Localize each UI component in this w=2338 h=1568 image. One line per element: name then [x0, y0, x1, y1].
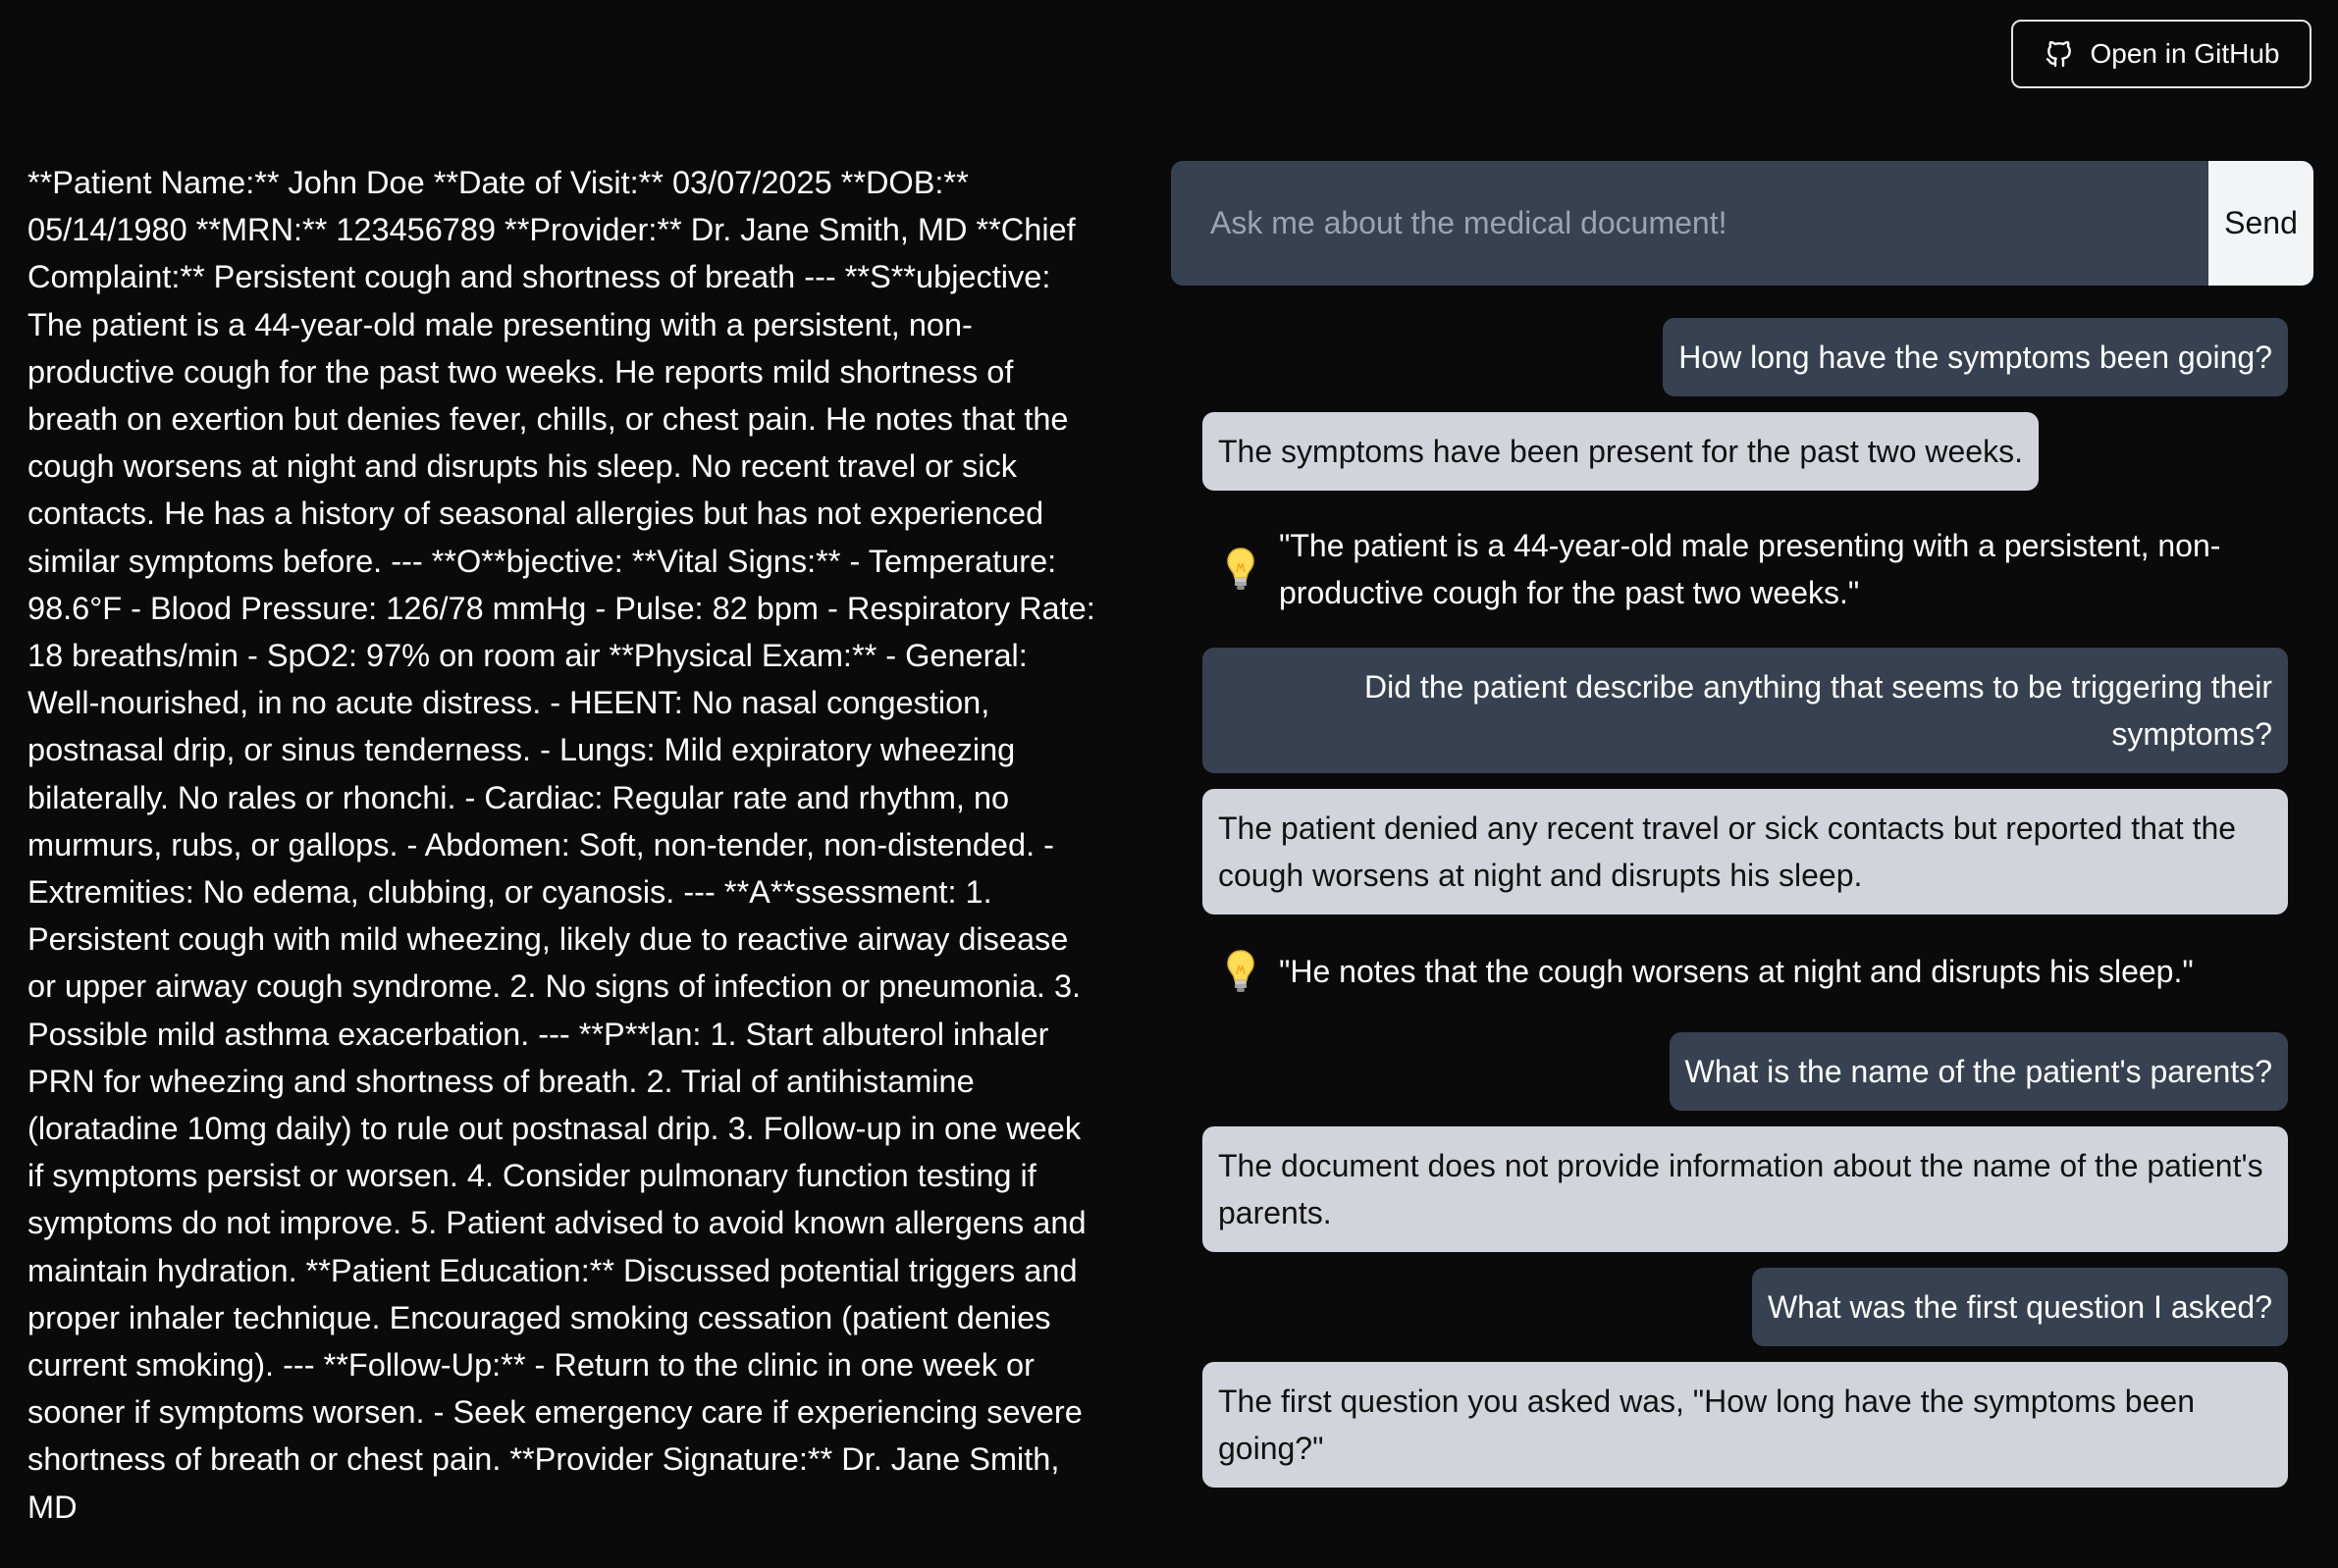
chat-input-bar: Send — [1171, 161, 2313, 286]
send-button[interactable]: Send — [2208, 161, 2313, 286]
open-in-github-label: Open in GitHub — [2090, 38, 2280, 69]
chat-input[interactable] — [1171, 161, 2208, 286]
user-message-text: Did the patient describe anything that s… — [1364, 669, 2272, 752]
assistant-message-text: The first question you asked was, "How l… — [1218, 1384, 2195, 1466]
user-message-text: How long have the symptoms been going? — [1678, 340, 2272, 375]
citation-quote: "The patient is a 44-year-old male prese… — [1202, 522, 2282, 616]
assistant-message: The symptoms have been present for the p… — [1202, 412, 2039, 491]
open-in-github-button[interactable]: Open in GitHub — [2011, 20, 2311, 88]
user-message: What was the first question I asked? — [1751, 1268, 2288, 1346]
citation-quote: "He notes that the cough worsens at nigh… — [1202, 948, 2282, 995]
citation-text: "The patient is a 44-year-old male prese… — [1279, 528, 2221, 610]
assistant-message-text: The document does not provide informatio… — [1218, 1148, 2263, 1230]
assistant-message-text: The patient denied any recent travel or … — [1218, 810, 2237, 893]
assistant-message-text: The symptoms have been present for the p… — [1218, 434, 2023, 469]
lightbulb-icon — [1202, 547, 1279, 592]
lightbulb-icon — [1202, 949, 1279, 994]
citation-text: "He notes that the cough worsens at nigh… — [1279, 954, 2194, 989]
user-message: What is the name of the patient's parent… — [1669, 1032, 2288, 1111]
assistant-message: The document does not provide informatio… — [1202, 1126, 2288, 1252]
github-icon — [2046, 40, 2071, 68]
assistant-message: The first question you asked was, "How l… — [1202, 1362, 2288, 1488]
user-message-text: What is the name of the patient's parent… — [1684, 1054, 2272, 1089]
medical-document-text: **Patient Name:** John Doe **Date of Vis… — [27, 165, 1095, 1525]
user-message: Did the patient describe anything that s… — [1202, 648, 2288, 773]
user-message-text: What was the first question I asked? — [1767, 1289, 2272, 1325]
assistant-message: The patient denied any recent travel or … — [1202, 789, 2288, 915]
user-message: How long have the symptoms been going? — [1663, 318, 2288, 396]
